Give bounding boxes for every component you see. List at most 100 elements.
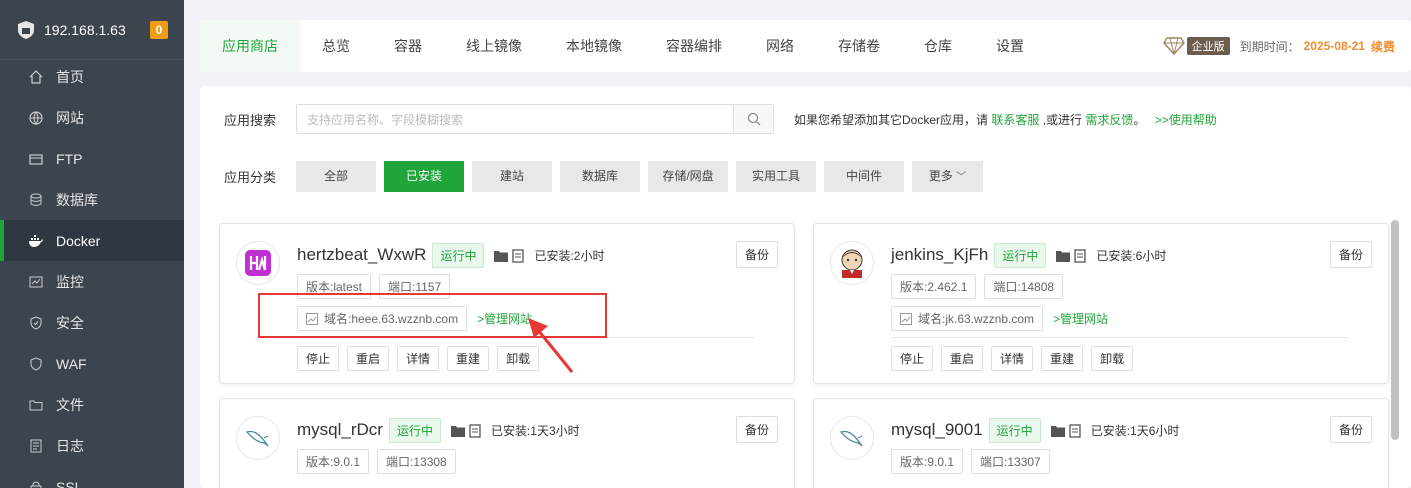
log-icon[interactable] — [469, 423, 481, 438]
tab-settings[interactable]: 设置 — [974, 20, 1046, 72]
status-badge: 运行中 — [988, 418, 1041, 443]
hertzbeat-logo-icon — [236, 241, 280, 285]
monitor-icon — [28, 274, 44, 290]
folder-icon[interactable] — [1056, 250, 1071, 262]
app-header: jenkins_KjFh 运行中 已安装:6小时 — [891, 243, 1166, 268]
category-more[interactable]: 更多 ﹀ — [912, 161, 983, 192]
restart-button[interactable]: 重启 — [347, 346, 390, 371]
manage-website-link[interactable]: >管理网站 — [1053, 310, 1108, 327]
sidebar-item-website[interactable]: 网站 — [0, 97, 184, 138]
sidebar-item-logs[interactable]: 日志 — [0, 425, 184, 466]
tab-overview[interactable]: 总览 — [300, 20, 372, 72]
app-name: jenkins_KjFh — [891, 244, 989, 264]
sidebar-item-ssl[interactable]: SSL — [0, 466, 184, 488]
uninstall-button[interactable]: 卸载 — [1091, 346, 1134, 371]
domain-chip: 域名:jk.63.wzznb.com — [891, 306, 1044, 331]
category-installed[interactable]: 已安装 — [384, 161, 464, 192]
category-storage[interactable]: 存储/网盘 — [648, 161, 728, 192]
category-middleware[interactable]: 中间件 — [824, 161, 904, 192]
category-all[interactable]: 全部 — [296, 161, 376, 192]
sidebar-item-label: 文件 — [56, 396, 84, 413]
stop-button[interactable]: 停止 — [297, 346, 340, 371]
tab-online-images[interactable]: 线上镜像 — [444, 20, 544, 72]
installed-time: 已安装:1天6小时 — [1090, 424, 1180, 438]
sidebar-item-label: 首页 — [56, 68, 84, 85]
port-chip: 端口:14808 — [984, 274, 1064, 299]
help-link[interactable]: >>使用帮助 — [1155, 113, 1217, 127]
category-database[interactable]: 数据库 — [560, 161, 640, 192]
chevron-down-icon: ﹀ — [956, 172, 967, 183]
status-badge: 运行中 — [388, 418, 441, 443]
restart-button[interactable]: 重启 — [941, 346, 984, 371]
tab-network[interactable]: 网络 — [744, 20, 816, 72]
rebuild-button[interactable]: 重建 — [1041, 346, 1084, 371]
backup-button[interactable]: 备份 — [735, 241, 778, 268]
log-icon[interactable] — [1074, 248, 1086, 263]
log-icon[interactable] — [512, 248, 525, 263]
search-input[interactable]: 支持应用名称、字段模糊搜索 — [297, 111, 733, 128]
feedback-link[interactable]: 需求反馈 — [1085, 113, 1133, 127]
backup-button[interactable]: 备份 — [735, 416, 778, 443]
server-header: 192.168.1.63 0 — [0, 0, 184, 60]
mysql-logo-icon — [830, 416, 874, 460]
sidebar-item-waf[interactable]: WAF — [0, 343, 184, 384]
app-meta: 已安装:2小时 — [494, 247, 604, 264]
stop-button[interactable]: 停止 — [891, 346, 934, 371]
ssl-icon — [28, 479, 44, 488]
tab-volumes[interactable]: 存储卷 — [816, 20, 902, 72]
tab-compose[interactable]: 容器编排 — [644, 20, 744, 72]
tab-containers[interactable]: 容器 — [372, 20, 444, 72]
installed-time: 已安装:2小时 — [534, 249, 605, 263]
details-button[interactable]: 详情 — [991, 346, 1034, 371]
folder-icon[interactable] — [450, 425, 465, 437]
image-icon — [900, 312, 912, 325]
sidebar-item-docker[interactable]: Docker — [0, 220, 184, 261]
app-search-box[interactable]: 支持应用名称、字段模糊搜索 — [296, 104, 774, 134]
sidebar-item-label: Docker — [56, 232, 101, 249]
renew-link[interactable]: 续费 — [1371, 38, 1395, 55]
tab-app-store[interactable]: 应用商店 — [200, 20, 300, 72]
search-button[interactable] — [733, 105, 773, 133]
sidebar-item-label: 网站 — [56, 109, 84, 126]
jenkins-logo-icon — [830, 241, 874, 285]
rebuild-button[interactable]: 重建 — [447, 346, 490, 371]
sidebar-item-monitor[interactable]: 监控 — [0, 261, 184, 302]
category-website[interactable]: 建站 — [472, 161, 552, 192]
app-card-jenkins: jenkins_KjFh 运行中 已安装:6小时 备份 版本:2.462.1 端口:… — [813, 223, 1389, 384]
sidebar-item-ftp[interactable]: FTP — [0, 138, 184, 179]
category-tools[interactable]: 实用工具 — [736, 161, 816, 192]
tab-registry[interactable]: 仓库 — [902, 20, 974, 72]
log-icon — [28, 438, 44, 454]
notification-badge[interactable]: 0 — [150, 20, 168, 39]
app-info-chips: 版本:9.0.1 端口:13308 — [297, 449, 464, 474]
sidebar-item-security[interactable]: 安全 — [0, 302, 184, 343]
sidebar-item-home[interactable]: 首页 — [0, 56, 184, 97]
search-row: 应用搜索 支持应用名称、字段模糊搜索 如果您希望添加其它Docker应用，请 联… — [224, 104, 1217, 134]
diamond-icon — [1162, 37, 1185, 55]
sidebar-item-label: 监控 — [56, 273, 84, 290]
hint-text: 如果您希望添加其它Docker应用，请 — [794, 112, 992, 127]
details-button[interactable]: 详情 — [397, 346, 440, 371]
port-chip: 端口:13307 — [971, 449, 1050, 474]
hint-text-mid: ,或进行 — [1039, 112, 1086, 127]
app-card-mysql-9001: mysql_9001 运行中 已安装:1天6小时 备份 版本:9.0.1 端口:13… — [813, 398, 1389, 488]
backup-button[interactable]: 备份 — [1329, 241, 1372, 268]
status-badge: 运行中 — [994, 243, 1047, 268]
log-icon[interactable] — [1069, 423, 1081, 438]
sidebar: 192.168.1.63 0 首页 网站 FTP 数据库 Docker 监控 安… — [0, 0, 184, 488]
folder-icon[interactable] — [494, 250, 509, 262]
version-chip: 版本:9.0.1 — [891, 449, 964, 474]
folder-icon — [28, 397, 44, 413]
sidebar-item-database[interactable]: 数据库 — [0, 179, 184, 220]
contact-support-link[interactable]: 联系客服 — [991, 113, 1039, 127]
scrollbar[interactable] — [1391, 220, 1399, 440]
domain-text: 域名:jk.63.wzznb.com — [918, 312, 1035, 326]
folder-icon[interactable] — [1050, 425, 1065, 437]
backup-button[interactable]: 备份 — [1329, 416, 1372, 443]
waf-icon — [28, 356, 44, 372]
sidebar-item-label: 安全 — [56, 314, 84, 331]
sidebar-item-files[interactable]: 文件 — [0, 384, 184, 425]
home-icon — [28, 69, 44, 85]
annotation-arrow-icon — [528, 318, 574, 373]
tab-local-images[interactable]: 本地镜像 — [544, 20, 644, 72]
